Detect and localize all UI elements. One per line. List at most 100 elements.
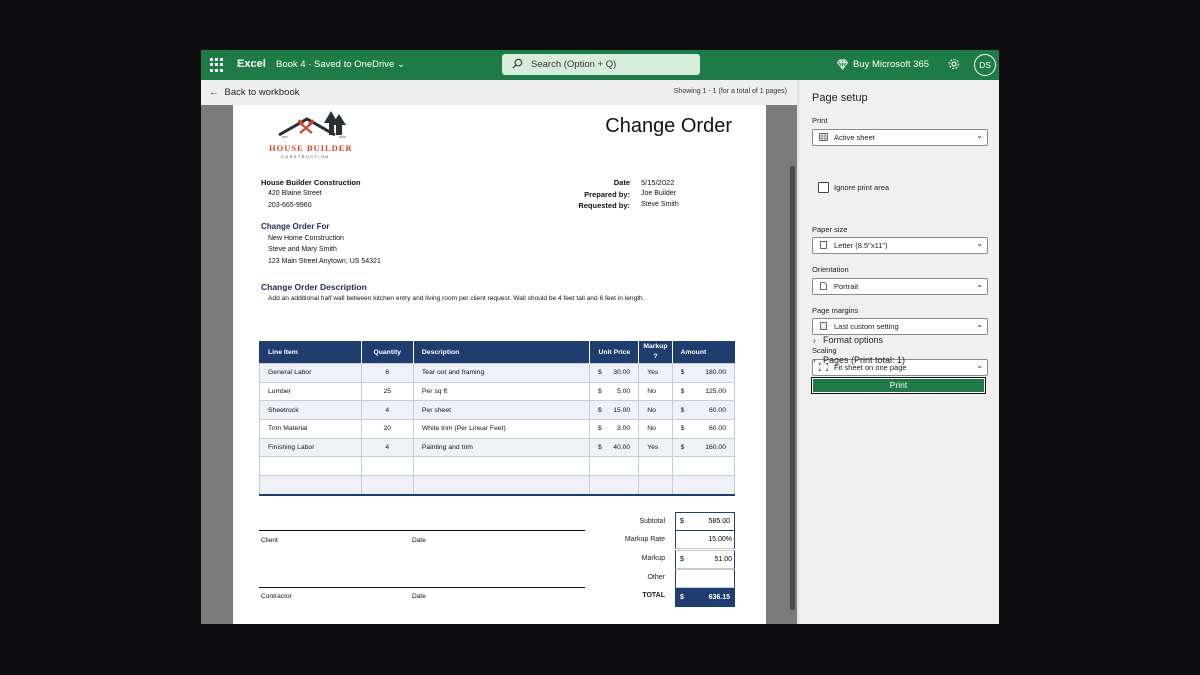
preview-page: EST 2020 HOUSE BUILDER CONSTRUCTION Chan… [233,105,766,624]
app-name[interactable]: Excel [237,58,266,70]
company-name: House Builder Construction [261,178,361,187]
cell-price: $3.00 [588,419,640,439]
buy-label: Buy Microsoft 365 [853,59,930,70]
column-header: Line Item [259,341,362,364]
logo-year: 2020 [339,135,346,139]
chevron-right-icon: › [813,356,816,365]
buy-microsoft-365-button[interactable]: Buy Microsoft 365 [837,59,929,70]
cell-markup: No [638,419,673,439]
description-text: Add an additional half wall between kitc… [268,295,645,302]
cell-desc: Tear out and framing [412,363,590,383]
markup-box: $ 51.00 [675,550,735,569]
table-row-empty [259,475,736,496]
client-signature-line [259,530,585,531]
avatar[interactable]: DS [974,54,996,76]
for-line: New Home Construction [268,235,344,242]
back-to-workbook-link[interactable]: ← Back to workbook [209,87,299,98]
print-what-value: Active sheet [834,133,875,142]
search-box[interactable]: Search (Option + Q) [502,54,700,75]
pages-expander[interactable]: › Pages (Print total: 1) [813,355,905,365]
print-button[interactable]: Print [811,377,986,394]
currency: $ [680,425,685,433]
currency: $ [680,556,684,563]
cell-price: $30.00 [588,363,640,383]
total-box: $ 636.15 [675,588,735,607]
markup-value: 51.00 [714,556,732,563]
cell-markup: No [638,381,673,402]
currency: $ [680,444,685,452]
document-name[interactable]: Book 4 · Saved to OneDrive ⌄ [276,59,405,70]
gear-icon[interactable] [947,57,961,71]
cell-item: Lumber [259,381,362,402]
print-label: Print [812,116,828,125]
paper-size-label: Paper size [812,225,848,234]
table-header-row: Line Item Quantity Description Unit Pric… [259,341,735,364]
contractor-label: Contractor [261,593,292,600]
amount-value: 60.00 [708,406,726,414]
chevron-down-icon: ⌄ [396,59,405,70]
chevron-down-icon: ⌄ [976,320,983,329]
currency: $ [680,369,685,377]
panel-title: Page setup [812,92,868,104]
amount-value: 125.00 [705,388,726,396]
search-icon [512,58,523,69]
grid-icon [819,133,828,141]
ignore-print-area-checkbox[interactable] [818,182,829,193]
orientation-value: Portrait [834,282,859,291]
paper-size-dropdown[interactable]: Letter (8.5"x11") ⌄ [812,237,988,254]
cell-amount: $125.00 [671,381,736,402]
orientation-label: Orientation [812,265,849,274]
amount-value: 180.00 [705,369,726,377]
other-label: Other [647,574,665,581]
preview-toolbar: ← Back to workbook Showing 1 - 1 (for a t… [201,80,797,105]
column-header: Description [413,341,590,364]
logo-name: HOUSE BUILDER [269,143,353,153]
column-header: Markup ? [638,341,673,364]
page-margins-dropdown[interactable]: Last custom setting ⌄ [812,318,988,335]
diamond-icon [837,59,848,70]
format-options-label: Format options [823,335,884,345]
print-what-dropdown[interactable]: Active sheet ⌄ [812,129,988,146]
contractor-signature-line [259,587,585,588]
meta-date-label: Date [613,178,630,187]
currency: $ [597,406,602,414]
markup-rate-label: Markup Rate [624,536,665,543]
preview-scrollbar[interactable] [790,166,795,610]
meta-date-value: 5/15/2022 [641,178,675,187]
currency: $ [597,444,602,452]
table-row: Lumber 25 Per sq ft $5.00 No $125.00 [259,381,736,402]
format-options-expander[interactable]: › Format options [813,335,883,345]
contractor-date-label: Date [412,593,426,600]
chevron-down-icon: ⌄ [976,280,983,289]
cell-qty: 25 [360,381,414,402]
chevron-right-icon: › [813,336,816,345]
price-value: 15.00 [613,406,631,414]
cell-amount: $160.00 [671,437,736,458]
chevron-down-icon: ⌄ [976,131,983,140]
amount-value: 160.00 [705,444,726,452]
currency: $ [597,425,602,433]
company-phone: 203-665-9960 [268,202,312,209]
price-value: 5.00 [616,388,631,396]
chevron-down-icon: ⌄ [976,361,983,370]
subtotal-value: 585.00 [708,518,730,525]
cell-item: Finishing Labor [259,437,362,458]
portrait-icon [820,282,827,290]
logo-tagline: CONSTRUCTION [281,155,330,159]
page-title: Change Order [605,115,732,137]
meta-prepared-label: Prepared by: [584,190,630,199]
table-row: Finishing Labor 4 Painting and trim $40.… [259,437,736,458]
table-row: General Labor 6 Tear out and framing $30… [259,363,736,383]
amount-value: 60.00 [708,425,726,433]
table-row-empty [259,456,736,477]
orientation-dropdown[interactable]: Portrait ⌄ [812,278,988,295]
column-header: Quantity [361,341,414,364]
app-launcher-icon[interactable] [210,58,224,72]
ignore-print-area-label: Ignore print area [834,183,890,192]
currency: $ [597,388,602,396]
markup-rate-box: 15.00% [675,531,735,549]
subtotal-box: $ 585.00 [675,512,735,531]
pages-label: Pages (Print total: 1) [823,355,906,365]
client-date-label: Date [412,537,426,544]
column-header: Unit Price [589,341,640,364]
